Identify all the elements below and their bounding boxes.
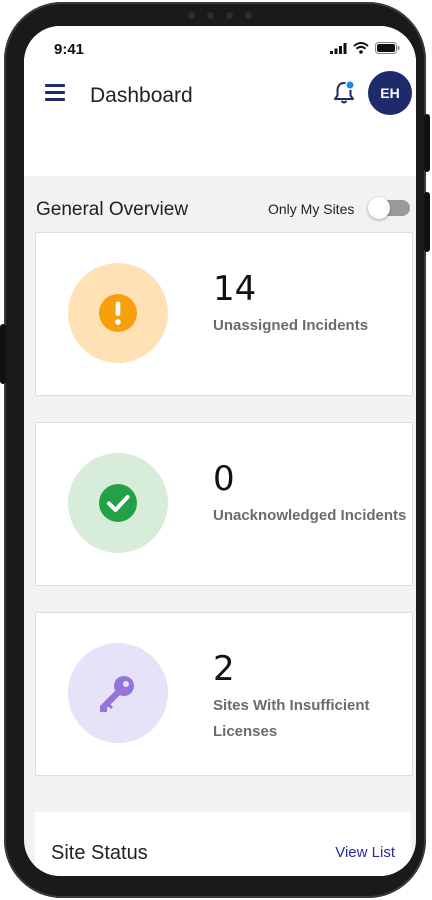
stat-label: Sites With Insufficient Licenses (213, 697, 370, 740)
power-button (424, 114, 430, 172)
site-status-card: Site Status View List (35, 812, 411, 876)
only-my-sites-toggle[interactable] (368, 197, 410, 219)
site-status-title: Site Status (51, 842, 148, 864)
notification-button[interactable] (332, 80, 358, 111)
stat-card-unacknowledged[interactable]: 0 Unacknowledged Incidents (35, 422, 413, 586)
stat-count: 2 (213, 649, 235, 689)
wifi-icon (353, 42, 369, 54)
stat-card-licenses[interactable]: 2 Sites With Insufficient Licenses (35, 612, 413, 776)
stat-label: Unacknowledged Incidents (213, 507, 407, 524)
view-list-link[interactable]: View List (335, 844, 395, 861)
speaker-grille (188, 12, 252, 19)
menu-icon[interactable] (45, 84, 67, 102)
stat-icon-circle (68, 453, 168, 553)
signal-icon (330, 42, 347, 54)
phone-frame: 9:41 Dashboard EH General Overview Only … (0, 2, 430, 898)
volume-button (0, 324, 6, 384)
battery-icon (375, 42, 400, 54)
screen: 9:41 Dashboard EH General Overview Only … (24, 26, 416, 876)
stat-count: 14 (213, 269, 257, 309)
stat-icon-circle (68, 263, 168, 363)
page-title: Dashboard (90, 84, 193, 107)
bell-icon (334, 80, 355, 104)
stat-count: 0 (213, 459, 235, 499)
side-button (424, 192, 430, 252)
section-title: General Overview (36, 199, 189, 220)
stat-label: Unassigned Incidents (213, 317, 369, 334)
checkmark-icon (99, 484, 137, 522)
avatar-initials: EH (380, 85, 400, 101)
avatar[interactable]: EH (368, 71, 412, 115)
toggle-knob (368, 197, 390, 219)
status-time: 9:41 (54, 41, 85, 58)
stat-card-unassigned[interactable]: 14 Unassigned Incidents (35, 232, 413, 396)
exclamation-icon (99, 294, 137, 332)
key-icon (100, 676, 134, 712)
toggle-label: Only My Sites (268, 201, 355, 217)
stat-icon-circle (68, 643, 168, 743)
status-bar: 9:41 (24, 26, 416, 70)
status-icons (330, 42, 400, 54)
